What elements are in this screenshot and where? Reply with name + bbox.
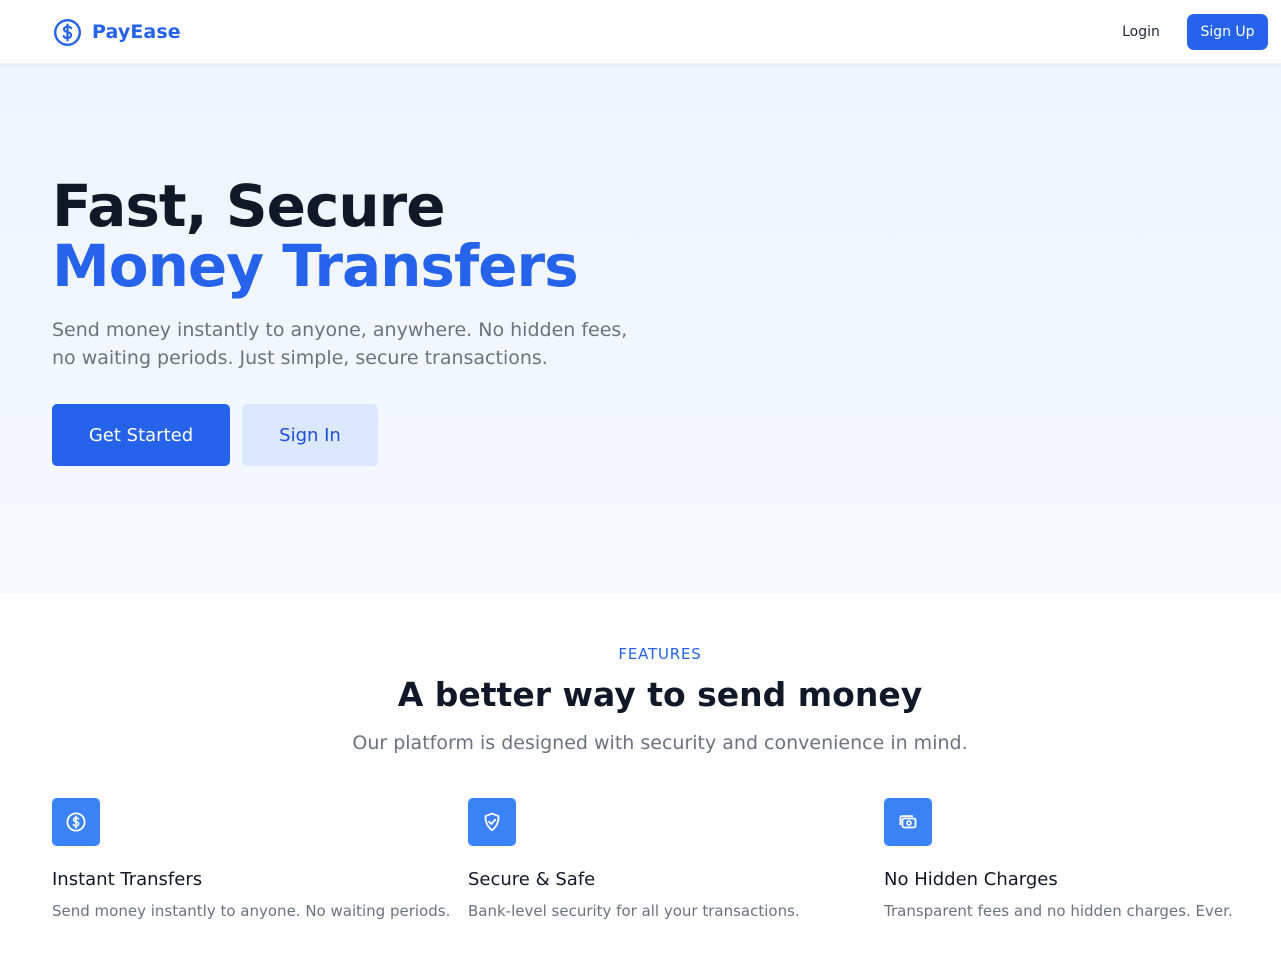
- shield-check-icon: [468, 798, 516, 846]
- brand-name: PayEase: [92, 21, 181, 43]
- feature-description: Transparent fees and no hidden charges. …: [884, 902, 1233, 920]
- feature-card-no-hidden-charges: No Hidden Charges Transparent fees and n…: [884, 798, 1281, 920]
- hero-section: Fast, Secure Money Transfers Send money …: [0, 64, 1281, 593]
- feature-card-instant-transfers: Instant Transfers Send money instantly t…: [52, 798, 452, 920]
- feature-title: No Hidden Charges: [884, 869, 1058, 890]
- get-started-button[interactable]: Get Started: [52, 404, 230, 466]
- features-heading: A better way to send money: [397, 675, 923, 714]
- feature-description: Send money instantly to anyone. No waiti…: [52, 902, 451, 920]
- feature-card-secure-safe: Secure & Safe Bank-level security for al…: [468, 798, 868, 920]
- hero-title-line2: Money Transfers: [52, 232, 579, 300]
- signup-button[interactable]: Sign Up: [1187, 14, 1268, 50]
- feature-title: Instant Transfers: [52, 869, 203, 890]
- hero-title-line1: Fast, Secure: [52, 172, 446, 240]
- login-link[interactable]: Login: [1110, 14, 1172, 50]
- feature-description: Bank-level security for all your transac…: [468, 902, 800, 920]
- features-eyebrow: FEATURES: [618, 645, 702, 663]
- banknote-icon: [884, 798, 932, 846]
- top-navbar: PayEase Login Sign Up: [0, 0, 1281, 64]
- features-subheading: Our platform is designed with security a…: [352, 732, 968, 754]
- sign-in-button[interactable]: Sign In: [242, 404, 378, 466]
- dollar-circle-icon: [52, 798, 100, 846]
- feature-title: Secure & Safe: [468, 869, 596, 890]
- features-section: FEATURES A better way to send money Our …: [0, 593, 1281, 963]
- hero-subtitle: Send money instantly to anyone, anywhere…: [52, 319, 628, 369]
- brand-logo[interactable]: PayEase: [53, 17, 181, 47]
- dollar-circle-icon: [53, 18, 82, 47]
- hero-title: Fast, Secure Money Transfers: [52, 172, 579, 300]
